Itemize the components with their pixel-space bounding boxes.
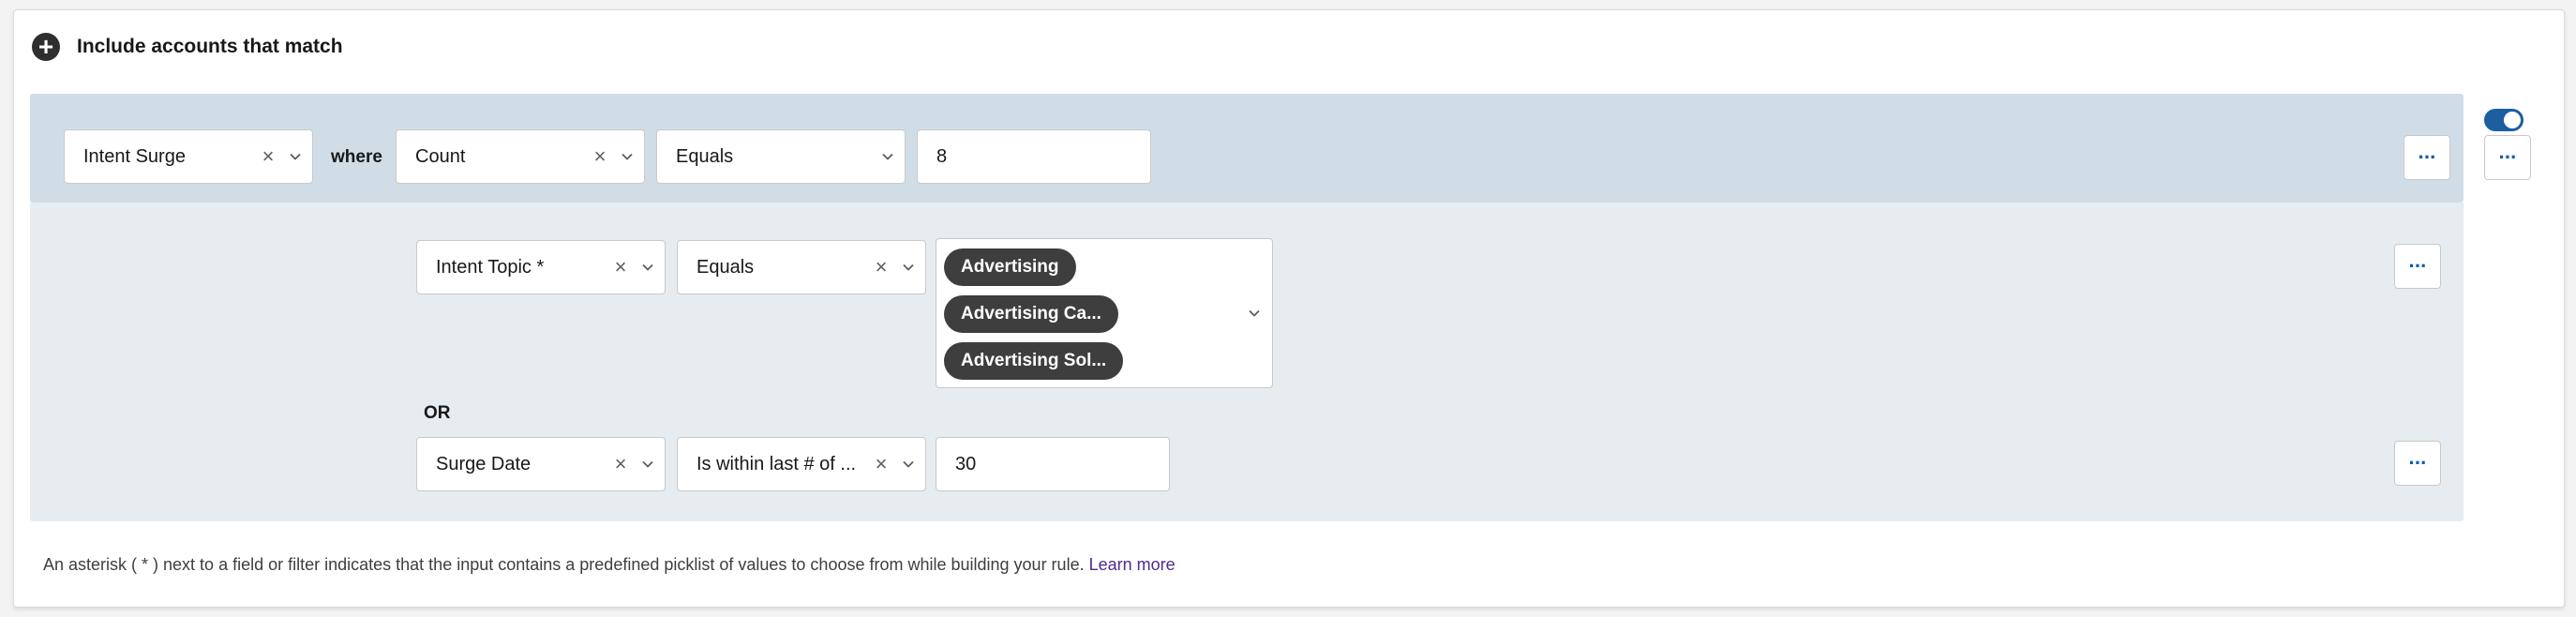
close-icon[interactable]: × [258, 144, 278, 169]
more-horizontal-icon: ··· [2498, 145, 2518, 169]
rule-toggle[interactable] [2484, 109, 2524, 131]
condition-more-button[interactable]: ··· [2394, 441, 2441, 486]
plus-circle-icon[interactable]: + [32, 33, 60, 61]
object-select-value: Intent Surge [83, 145, 186, 167]
topic-pill[interactable]: Advertising Sol... [944, 342, 1124, 380]
chevron-down-icon[interactable] [891, 261, 925, 274]
close-icon[interactable]: × [610, 255, 631, 279]
footer-text: An asterisk ( * ) next to a field or fil… [43, 555, 1085, 574]
condition-value-text: 30 [955, 453, 977, 474]
operator-select[interactable]: Equals [656, 129, 906, 184]
value-input-text: 8 [936, 145, 948, 167]
more-horizontal-icon: ··· [2408, 254, 2428, 278]
object-select[interactable]: Intent Surge × [64, 129, 313, 184]
chevron-down-icon[interactable] [871, 150, 905, 163]
chevron-down-icon[interactable] [1248, 307, 1261, 324]
footer-note: An asterisk ( * ) next to a field or fil… [43, 555, 1176, 575]
condition-operator-value: Is within last # of ... [696, 453, 857, 474]
field-select-value: Count [415, 145, 466, 167]
condition-operator-value: Equals [696, 256, 755, 278]
topic-pill[interactable]: Advertising [944, 248, 1076, 286]
more-horizontal-icon: ··· [2408, 451, 2428, 474]
chevron-down-icon[interactable] [631, 261, 665, 274]
condition-field-value: Surge Date [436, 453, 532, 474]
close-icon[interactable]: × [590, 144, 610, 169]
rule-more-button[interactable]: ··· [2404, 135, 2450, 180]
chevron-down-icon[interactable] [610, 150, 644, 163]
condition-value-input[interactable]: 30 [936, 437, 1170, 491]
value-input[interactable]: 8 [917, 129, 1151, 184]
close-icon[interactable]: × [871, 452, 891, 476]
condition-operator-select[interactable]: Equals × [677, 240, 926, 294]
toggle-knob [2504, 112, 2521, 128]
include-header: + Include accounts that match [32, 30, 343, 64]
more-horizontal-icon: ··· [2418, 145, 2437, 169]
close-icon[interactable]: × [871, 255, 891, 279]
learn-more-link[interactable]: Learn more [1089, 555, 1176, 574]
condition-field-value: Intent Topic * [436, 256, 545, 278]
where-label: where [331, 147, 382, 167]
chevron-down-icon[interactable] [278, 150, 312, 163]
topic-multiselect[interactable]: Advertising Advertising Ca... Advertisin… [936, 238, 1273, 388]
condition-field-select[interactable]: Intent Topic * × [416, 240, 666, 294]
chevron-down-icon[interactable] [891, 458, 925, 471]
group-more-button[interactable]: ··· [2484, 135, 2531, 180]
chevron-down-icon[interactable] [631, 458, 665, 471]
topic-pill[interactable]: Advertising Ca... [944, 295, 1118, 333]
condition-more-button[interactable]: ··· [2394, 244, 2441, 289]
field-select[interactable]: Count × [396, 129, 645, 184]
close-icon[interactable]: × [610, 452, 631, 476]
header-title: Include accounts that match [77, 36, 343, 57]
condition-operator-select[interactable]: Is within last # of ... × [677, 437, 926, 491]
operator-select-value: Equals [676, 145, 734, 167]
condition-field-select[interactable]: Surge Date × [416, 437, 666, 491]
or-connector: OR [424, 403, 451, 423]
